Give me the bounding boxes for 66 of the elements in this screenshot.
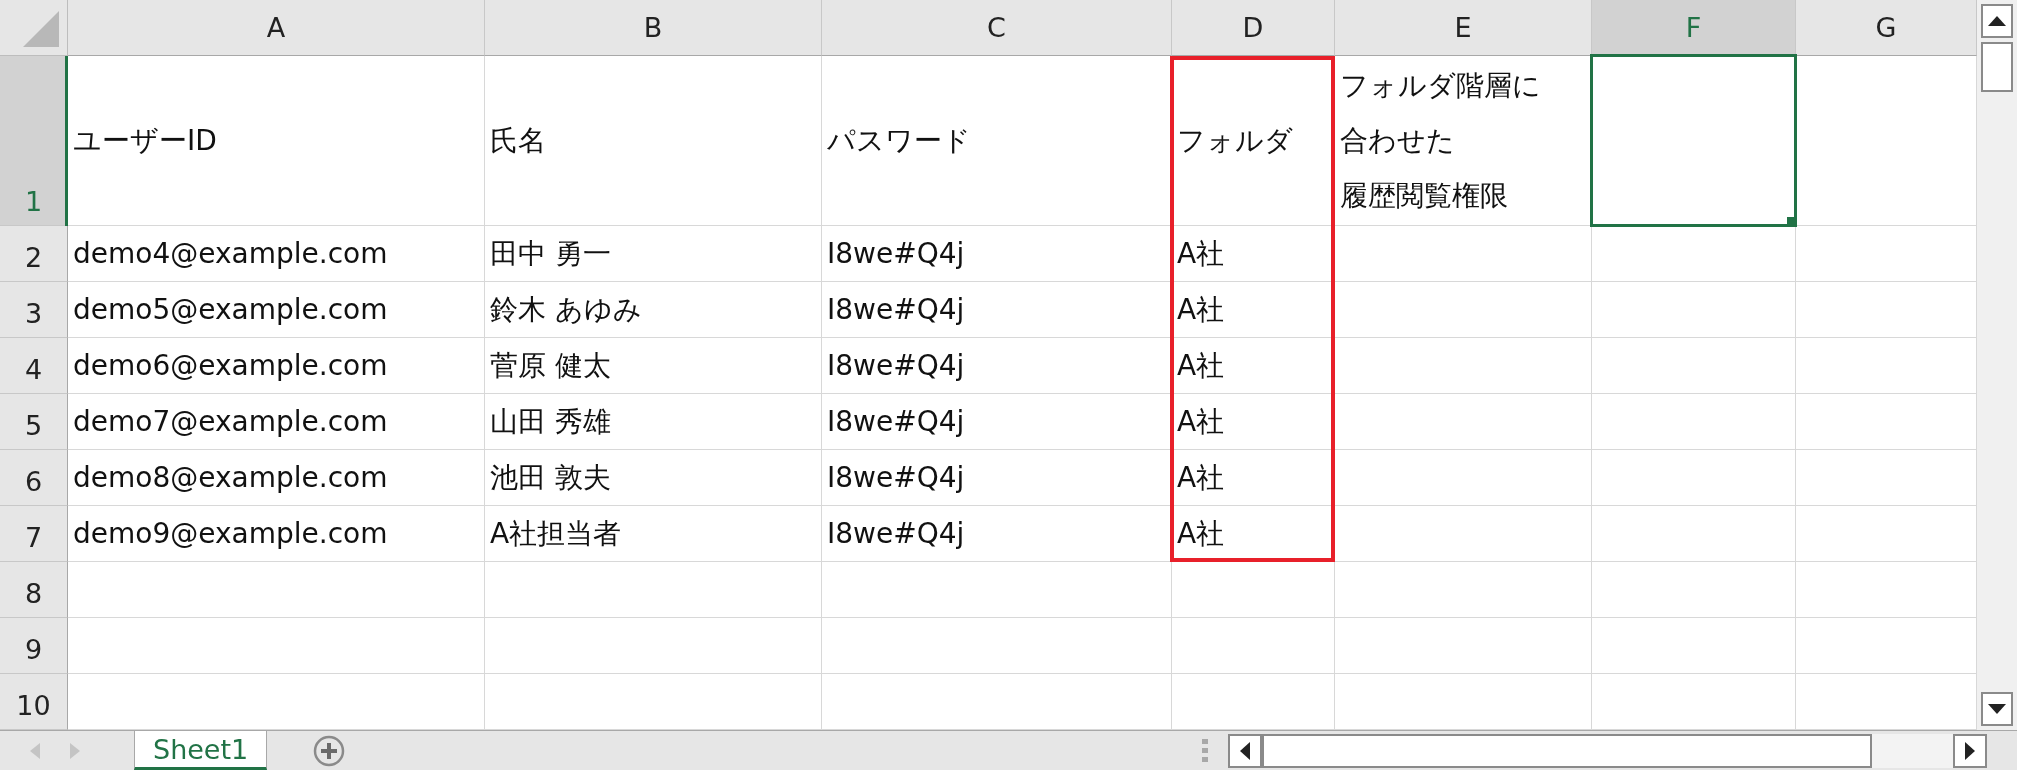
- scroll-down-button[interactable]: [1981, 692, 2013, 726]
- row-header[interactable]: 9: [0, 618, 68, 674]
- table-cell: 山田 秀雄: [485, 394, 822, 450]
- triangle-icon: [21, 9, 61, 49]
- table-cell: A社: [1172, 450, 1335, 506]
- vertical-scrollbar[interactable]: [1977, 0, 2017, 730]
- table-cell: demo7@example.com: [68, 394, 485, 450]
- table-cell: 田中 勇一: [485, 226, 822, 282]
- column-header[interactable]: B: [485, 0, 822, 56]
- table-cell: ユーザーID: [68, 56, 485, 226]
- table-cell: I8we#Q4j: [822, 338, 1172, 394]
- column-header[interactable]: F: [1592, 0, 1796, 56]
- add-sheet-icon[interactable]: [313, 734, 346, 767]
- row-header[interactable]: 10: [0, 674, 68, 730]
- row-header[interactable]: 3: [0, 282, 68, 338]
- table-cell: demo6@example.com: [68, 338, 485, 394]
- table-cell: 鈴木 あゆみ: [485, 282, 822, 338]
- scroll-right-button[interactable]: [1953, 733, 1987, 768]
- scrollbar-thumb[interactable]: [1981, 42, 2013, 92]
- table-cell: A社: [1172, 394, 1335, 450]
- sheet-tab[interactable]: Sheet1: [134, 731, 268, 770]
- cell-text-line: 合わせた: [1340, 123, 1455, 159]
- caret-down-icon: [1988, 704, 2006, 714]
- caret-right-icon: [1965, 741, 1975, 760]
- table-cell: A社: [1172, 506, 1335, 562]
- table-cell: 池田 敦夫: [485, 450, 822, 506]
- table-cell: A社: [1172, 282, 1335, 338]
- column-header[interactable]: C: [822, 0, 1172, 56]
- row-header[interactable]: 2: [0, 226, 68, 282]
- table-cell: I8we#Q4j: [822, 282, 1172, 338]
- table-cell: フォルダ: [1172, 56, 1335, 226]
- column-header[interactable]: E: [1335, 0, 1592, 56]
- table-cell: I8we#Q4j: [822, 506, 1172, 562]
- caret-up-icon: [1988, 16, 2006, 26]
- table-cell: A社: [1172, 226, 1335, 282]
- table-cell: 菅原 健太: [485, 338, 822, 394]
- table-cell: I8we#Q4j: [822, 394, 1172, 450]
- scrollbar-thumb[interactable]: [1262, 733, 1872, 768]
- row-header[interactable]: 4: [0, 338, 68, 394]
- column-header[interactable]: G: [1796, 0, 1977, 56]
- table-cell: I8we#Q4j: [822, 450, 1172, 506]
- table-cell: A社担当者: [485, 506, 822, 562]
- table-cell: パスワード: [822, 56, 1172, 226]
- table-cell: A社: [1172, 338, 1335, 394]
- table-cell: demo4@example.com: [68, 226, 485, 282]
- row-header[interactable]: 5: [0, 394, 68, 450]
- cell-selection[interactable]: [1590, 54, 1797, 227]
- cell-text-line: フォルダ階層に: [1340, 68, 1541, 104]
- cell-text-line: 履歴閲覧権限: [1340, 178, 1508, 214]
- horizontal-scrollbar[interactable]: [1228, 733, 1987, 768]
- table-cell: 氏名: [485, 56, 822, 226]
- column-header[interactable]: A: [68, 0, 485, 56]
- row-header[interactable]: 1: [0, 56, 68, 226]
- drag-handle-icon[interactable]: [1202, 738, 1208, 763]
- caret-left-icon: [1240, 741, 1250, 760]
- table-cell: I8we#Q4j: [822, 226, 1172, 282]
- column-header[interactable]: D: [1172, 0, 1335, 56]
- row-header[interactable]: 8: [0, 562, 68, 618]
- table-cell: demo8@example.com: [68, 450, 485, 506]
- table-cell: demo5@example.com: [68, 282, 485, 338]
- scroll-up-button[interactable]: [1981, 4, 2013, 38]
- fill-handle[interactable]: [1787, 217, 1795, 225]
- row-header[interactable]: 7: [0, 506, 68, 562]
- scroll-left-button[interactable]: [1228, 733, 1262, 768]
- row-header[interactable]: 6: [0, 450, 68, 506]
- table-cell: demo9@example.com: [68, 506, 485, 562]
